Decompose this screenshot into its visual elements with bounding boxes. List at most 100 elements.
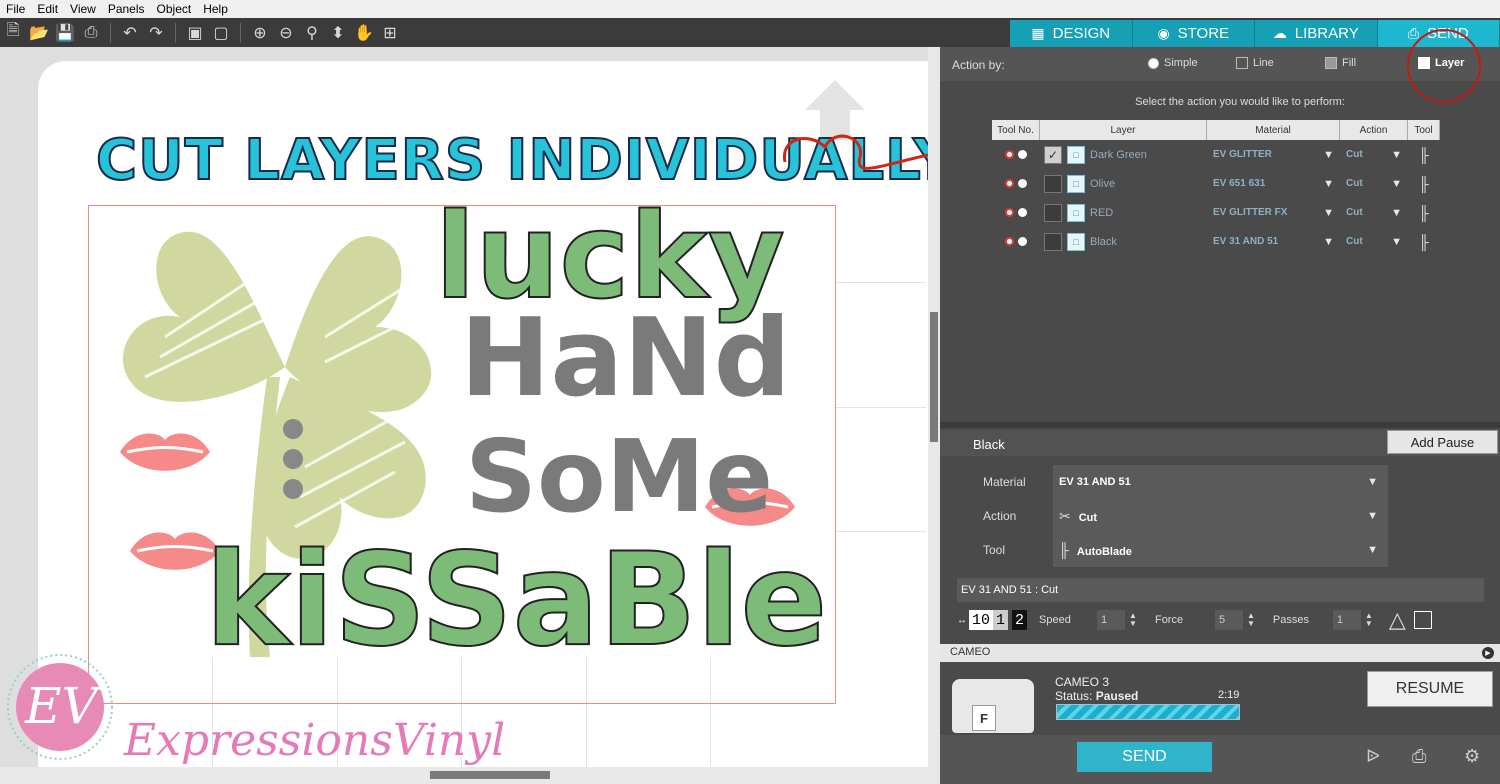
tool2-radio[interactable] bbox=[1018, 179, 1027, 188]
add-page-icon[interactable]: ⊞ bbox=[377, 20, 403, 46]
layer-name: Black bbox=[1090, 235, 1117, 248]
menu-help[interactable]: Help bbox=[197, 2, 234, 16]
tool1-radio[interactable] bbox=[1005, 208, 1014, 217]
material-dropdown[interactable]: EV 31 AND 51 ▼ bbox=[1053, 465, 1388, 499]
print-icon[interactable]: ⎙ bbox=[78, 20, 104, 46]
passes-stepper-icon[interactable]: ▲ ▼ bbox=[1365, 612, 1373, 628]
table-row[interactable]: □ Olive EV 651 631 ▼ Cut ▼ ╟ bbox=[992, 169, 1440, 198]
dropdown-arrow-icon: ▼ bbox=[1367, 476, 1378, 488]
menu-panels[interactable]: Panels bbox=[102, 2, 151, 16]
layer-checkbox[interactable] bbox=[1044, 174, 1062, 193]
material-select[interactable]: EV GLITTER ▼ bbox=[1207, 149, 1340, 161]
bluetooth-icon[interactable]: ᐉ bbox=[1366, 746, 1380, 767]
move-icon[interactable]: ⬍ bbox=[325, 20, 351, 46]
blade-adjust-icon[interactable]: △ bbox=[1389, 607, 1406, 633]
tool-row: Tool ╟ AutoBlade ▼ bbox=[975, 533, 1388, 567]
expand-arrow-icon[interactable]: ▶ bbox=[1482, 647, 1494, 659]
tool1-radio[interactable] bbox=[1005, 179, 1014, 188]
gear-icon[interactable]: ⚙ bbox=[1464, 746, 1480, 767]
tool-preview-icon[interactable] bbox=[1413, 611, 1432, 629]
save-icon[interactable]: 💾 bbox=[52, 20, 78, 46]
layer-name: Olive bbox=[1090, 177, 1116, 190]
fill-icon bbox=[1325, 57, 1337, 69]
pan-icon[interactable]: ✋ bbox=[351, 20, 377, 46]
menu-edit[interactable]: Edit bbox=[31, 2, 64, 16]
resume-button[interactable]: RESUME bbox=[1367, 671, 1493, 707]
action-select[interactable]: Cut ▼ bbox=[1340, 149, 1408, 161]
blade-depth-arrows-icon[interactable]: ↔ bbox=[957, 615, 967, 626]
option-fill[interactable]: Fill bbox=[1325, 57, 1356, 69]
tab-library[interactable]: ☁ LIBRARY bbox=[1255, 20, 1378, 47]
menu-object[interactable]: Object bbox=[151, 2, 198, 16]
blade-depth-field[interactable]: 1 bbox=[993, 610, 1009, 630]
mat-grid-line bbox=[836, 531, 926, 532]
zoom-in-icon[interactable]: ⊕ bbox=[247, 20, 273, 46]
device-time: 2:19 bbox=[1218, 689, 1240, 701]
add-pause-button[interactable]: Add Pause bbox=[1387, 430, 1498, 454]
option-simple[interactable]: Simple bbox=[1148, 57, 1198, 69]
tool2-radio[interactable] bbox=[1018, 208, 1027, 217]
send-button[interactable]: SEND bbox=[1077, 742, 1212, 772]
design-canvas[interactable]: lucky HaNd SoMe kiSSaBle CUT LAYERS INDI… bbox=[0, 47, 928, 767]
cutter-icon[interactable]: ⎙ bbox=[1412, 746, 1426, 767]
menu-view[interactable]: View bbox=[64, 2, 102, 16]
group-icon[interactable]: ▣ bbox=[182, 20, 208, 46]
material-select[interactable]: EV 31 AND 51 ▼ bbox=[1207, 236, 1340, 248]
action-select[interactable]: Cut ▼ bbox=[1340, 178, 1408, 190]
tool2-radio[interactable] bbox=[1018, 237, 1027, 246]
layer-icon: □ bbox=[1067, 145, 1085, 164]
speed-stepper-icon[interactable]: ▲ ▼ bbox=[1129, 612, 1137, 628]
option-line[interactable]: Line bbox=[1236, 57, 1274, 69]
action-select[interactable]: Cut ▼ bbox=[1340, 207, 1408, 219]
zoom-fit-icon[interactable]: ⚲ bbox=[299, 20, 325, 46]
layer-checkbox[interactable] bbox=[1044, 232, 1062, 251]
horizontal-scrollbar[interactable] bbox=[0, 767, 940, 784]
tab-store[interactable]: ◉ STORE bbox=[1132, 20, 1255, 47]
new-icon[interactable]: 🗎 bbox=[0, 20, 26, 46]
table-row[interactable]: □ Black EV 31 AND 51 ▼ Cut ▼ ╟ bbox=[992, 227, 1440, 256]
layer-checkbox[interactable]: ✓ bbox=[1044, 145, 1062, 164]
scrollbar-thumb[interactable] bbox=[430, 771, 550, 779]
instruction-text: Select the action you would like to perf… bbox=[1135, 96, 1345, 108]
grid-icon: ▦ bbox=[1031, 25, 1045, 41]
undo-icon[interactable]: ↶ bbox=[117, 20, 143, 46]
tool-dropdown[interactable]: ╟ AutoBlade ▼ bbox=[1053, 533, 1388, 567]
action-dropdown[interactable]: ✂ Cut ▼ bbox=[1053, 499, 1388, 533]
action-by-label: Action by: bbox=[952, 58, 1005, 72]
header-tool: Tool bbox=[1408, 120, 1440, 140]
action-by-bar: Action by: Simple Line Fill Layer bbox=[940, 29, 1500, 103]
force-stepper-icon[interactable]: ▲ ▼ bbox=[1247, 612, 1255, 628]
table-row[interactable]: □ RED EV GLITTER FX ▼ Cut ▼ ╟ bbox=[992, 198, 1440, 227]
tab-design[interactable]: ▦ DESIGN bbox=[1010, 20, 1133, 47]
lips-graphic bbox=[120, 433, 210, 471]
panel-divider[interactable] bbox=[940, 422, 1500, 428]
blade-depth-field[interactable]: 10 bbox=[969, 610, 994, 630]
blade-icon: ╟ bbox=[1419, 233, 1429, 250]
blade-icon: ╟ bbox=[1059, 542, 1069, 558]
menu-file[interactable]: File bbox=[0, 2, 31, 16]
speed-field[interactable]: 1 bbox=[1097, 610, 1126, 630]
toolbar-divider bbox=[110, 22, 111, 43]
action-select[interactable]: Cut ▼ bbox=[1340, 236, 1408, 248]
vertical-scrollbar[interactable] bbox=[928, 47, 940, 767]
scrollbar-thumb[interactable] bbox=[930, 312, 938, 442]
material-select[interactable]: EV GLITTER FX ▼ bbox=[1207, 207, 1340, 219]
material-select[interactable]: EV 651 631 ▼ bbox=[1207, 178, 1340, 190]
tool1-radio[interactable] bbox=[1005, 150, 1014, 159]
passes-field[interactable]: 1 bbox=[1332, 610, 1361, 630]
material-row: Material EV 31 AND 51 ▼ bbox=[975, 465, 1388, 499]
zoom-out-icon[interactable]: ⊖ bbox=[273, 20, 299, 46]
table-row[interactable]: ✓ □ Dark Green EV GLITTER ▼ Cut ▼ ╟ bbox=[992, 140, 1440, 169]
blade-depth-field[interactable]: 2 bbox=[1012, 610, 1028, 630]
tool1-radio[interactable] bbox=[1005, 237, 1014, 246]
tool2-radio[interactable] bbox=[1018, 150, 1027, 159]
force-field[interactable]: 5 bbox=[1214, 610, 1243, 630]
feed-icon: F bbox=[972, 705, 996, 731]
ungroup-icon[interactable]: ▢ bbox=[208, 20, 234, 46]
device-name: CAMEO 3 bbox=[1055, 675, 1110, 689]
device-bar[interactable]: CAMEO ▶ bbox=[940, 644, 1500, 662]
speed-label: Speed bbox=[1039, 614, 1071, 626]
layer-checkbox[interactable] bbox=[1044, 203, 1062, 222]
open-icon[interactable]: 📂 bbox=[26, 20, 52, 46]
redo-icon[interactable]: ↷ bbox=[143, 20, 169, 46]
